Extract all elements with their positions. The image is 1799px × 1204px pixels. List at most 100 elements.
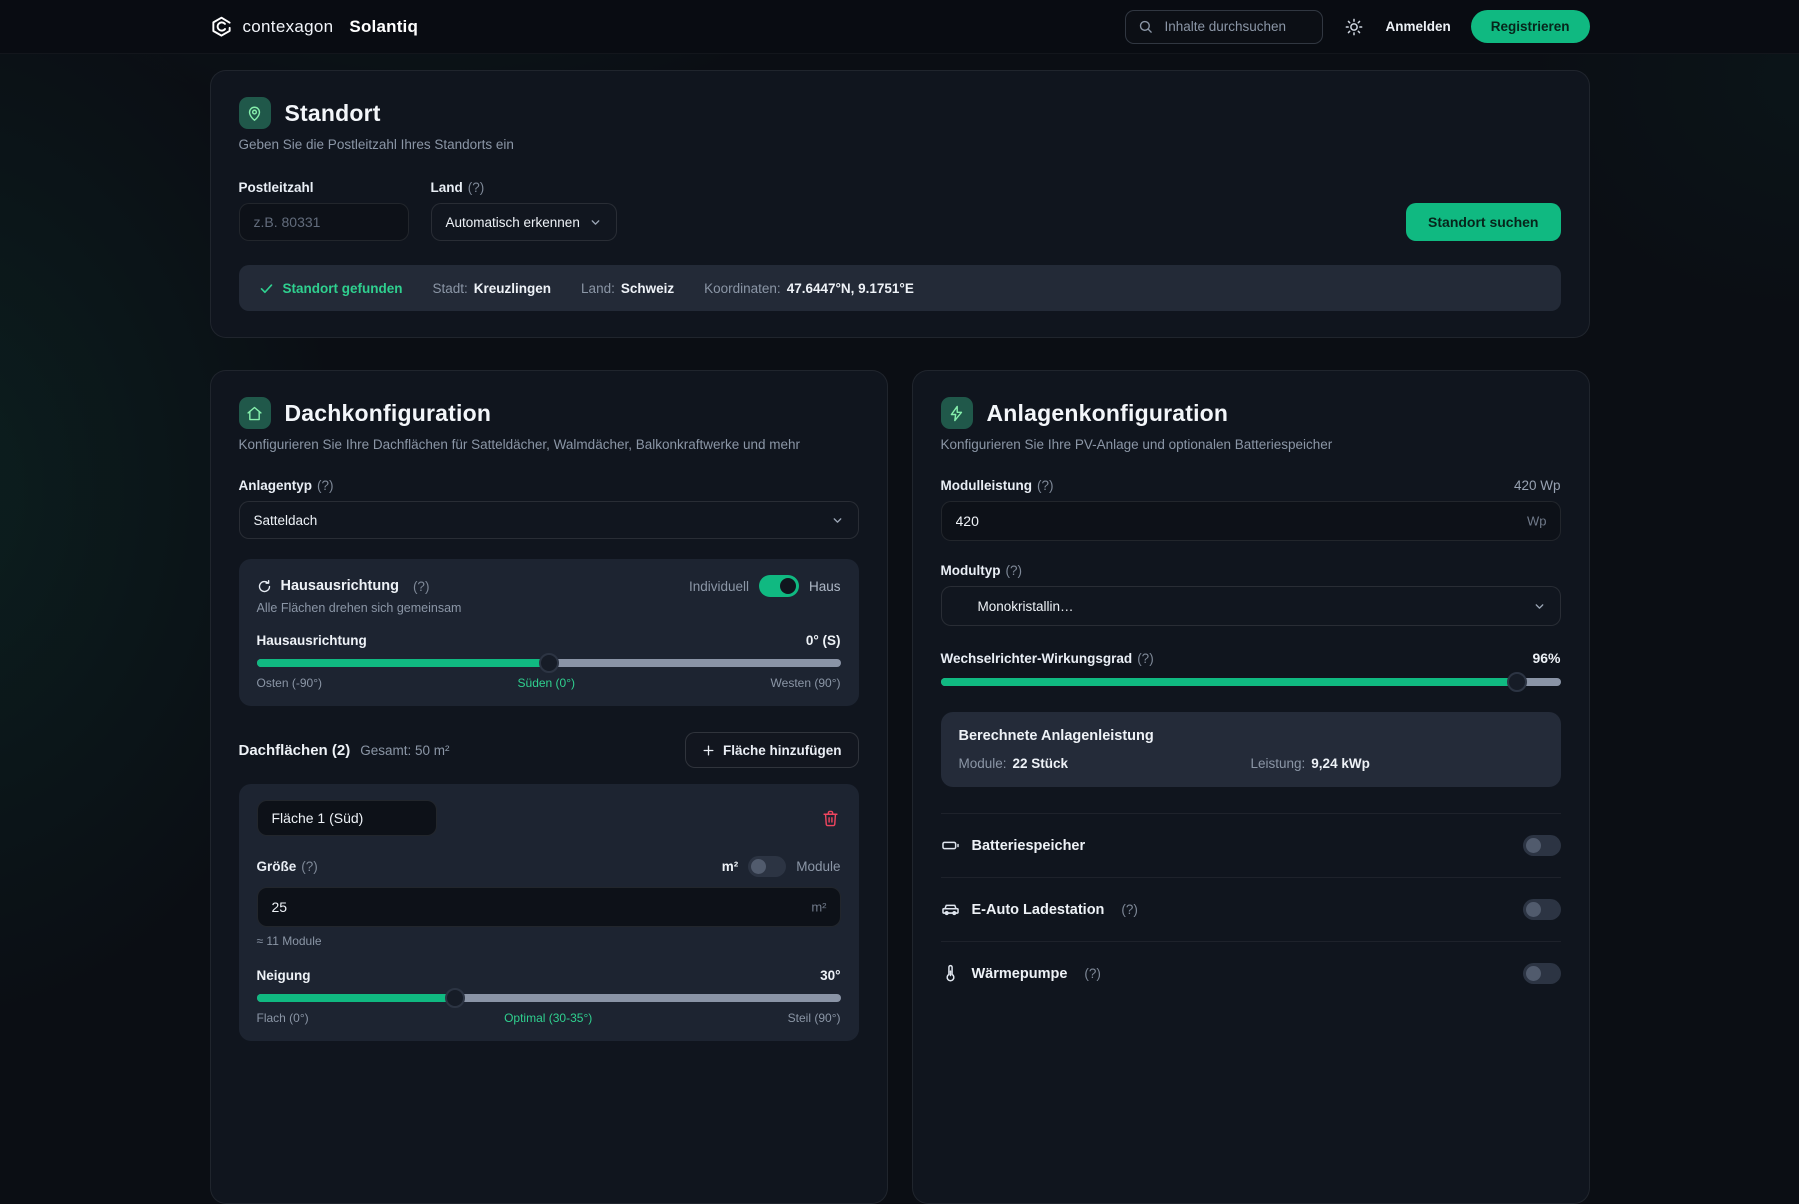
- slider-fill: [257, 659, 549, 667]
- orientation-mode-toggle[interactable]: [759, 575, 799, 597]
- option-label: Wärmepumpe: [972, 966, 1068, 982]
- standort-card: Standort Geben Sie die Postleitzahl Ihre…: [210, 70, 1590, 338]
- hausausrichtung-slider-label: Hausausrichtung: [257, 633, 367, 648]
- hausausrichtung-slider[interactable]: [257, 659, 841, 667]
- brand[interactable]: contexagon Solantiq: [210, 15, 419, 38]
- chevron-down-icon: [589, 216, 602, 229]
- hausausrichtung-slider-thumb[interactable]: [539, 653, 559, 673]
- slider-max-label: Steil (90°): [788, 1011, 841, 1025]
- slider-min-label: Osten (-90°): [257, 676, 322, 690]
- status-found: Standort gefunden: [259, 281, 403, 296]
- status-city: Stadt: Kreuzlingen: [433, 281, 552, 296]
- dachkonfiguration-card: Dachkonfiguration Konfigurieren Sie Ihre…: [210, 370, 888, 1204]
- thermometer-icon: [941, 964, 960, 983]
- modulleistung-help-marker[interactable]: (?): [1037, 478, 1054, 493]
- anlagentyp-select[interactable]: Satteldach: [239, 501, 859, 539]
- result-module: Module: 22 Stück: [959, 756, 1251, 771]
- slider-min-label: Flach (0°): [257, 1011, 309, 1025]
- e-auto-toggle[interactable]: [1523, 899, 1561, 920]
- waermepumpe-toggle[interactable]: [1523, 963, 1561, 984]
- flaeche-name-input[interactable]: [257, 800, 437, 836]
- slider-max-label: Westen (90°): [771, 676, 841, 690]
- modultyp-label: Modultyp(?): [941, 563, 1561, 578]
- plz-input[interactable]: [239, 203, 409, 241]
- unit-m2-label[interactable]: m²: [722, 859, 739, 874]
- neigung-slider[interactable]: [257, 994, 841, 1002]
- car-icon: [941, 900, 960, 919]
- hausausrichtung-slider-value: 0° (S): [806, 633, 841, 648]
- brand-name: contexagon: [243, 17, 334, 37]
- standort-suchen-button[interactable]: Standort suchen: [1406, 203, 1560, 241]
- wirkungsgrad-help-marker[interactable]: (?): [1137, 651, 1154, 666]
- plz-label: Postleitzahl: [239, 180, 409, 195]
- unit-module-label[interactable]: Module: [796, 859, 840, 874]
- modultyp-select-value: Monokristallin…: [978, 599, 1074, 614]
- dachflaechen-total: Gesamt: 50 m²: [360, 743, 449, 758]
- delete-flaeche-button[interactable]: [820, 808, 841, 829]
- flaeche-hinzufuegen-button[interactable]: Fläche hinzufügen: [685, 732, 859, 768]
- groesse-label: Größe(?): [257, 859, 318, 874]
- neigung-label: Neigung: [257, 968, 311, 983]
- slider-mid-label: Optimal (30-35°): [504, 1011, 592, 1025]
- dach-subtitle: Konfigurieren Sie Ihre Dachflächen für S…: [239, 437, 859, 452]
- result-panel-title: Berechnete Anlagenleistung: [959, 728, 1543, 744]
- groesse-help-marker[interactable]: (?): [301, 859, 318, 874]
- modulleistung-input-suffix: Wp: [1527, 514, 1547, 529]
- slider-mid-label: Süden (0°): [518, 676, 576, 690]
- status-coords: Koordinaten: 47.6447°N, 9.1751°E: [704, 281, 914, 296]
- hausausrichtung-panel-title: Hausausrichtung: [281, 578, 399, 594]
- hausausrichtung-panel: Hausausrichtung (?) Individuell Haus All…: [239, 559, 859, 706]
- standort-status-bar: Standort gefunden Stadt: Kreuzlingen Lan…: [239, 265, 1561, 311]
- search-icon: [1138, 19, 1153, 34]
- waermepumpe-help-marker[interactable]: (?): [1084, 966, 1101, 981]
- anlagentyp-label: Anlagentyp(?): [239, 478, 859, 493]
- rotate-icon: [257, 579, 272, 594]
- dach-title: Dachkonfiguration: [285, 400, 492, 427]
- hausausrichtung-panel-subtitle: Alle Flächen drehen sich gemeinsam: [257, 601, 841, 615]
- check-icon: [259, 281, 274, 296]
- land-select-value: Automatisch erkennen: [446, 215, 580, 230]
- anlagentyp-help-marker[interactable]: (?): [317, 478, 334, 493]
- land-help-marker[interactable]: (?): [468, 180, 485, 195]
- land-select[interactable]: Automatisch erkennen: [431, 203, 617, 241]
- hausausrichtung-help-marker[interactable]: (?): [413, 579, 430, 594]
- chevron-down-icon: [831, 514, 844, 527]
- wirkungsgrad-slider-thumb[interactable]: [1507, 672, 1527, 692]
- trash-icon: [822, 810, 839, 827]
- e-auto-help-marker[interactable]: (?): [1121, 902, 1138, 917]
- register-button[interactable]: Registrieren: [1471, 10, 1590, 43]
- unit-toggle[interactable]: [748, 856, 786, 877]
- option-label: E-Auto Ladestation: [972, 902, 1105, 918]
- result-leistung: Leistung: 9,24 kWp: [1251, 756, 1543, 771]
- options-list: Batteriespeicher E-Auto Ladestation: [941, 813, 1561, 1005]
- modulleistung-input[interactable]: [941, 501, 1561, 541]
- module-estimate: ≈ 11 Module: [257, 934, 841, 948]
- wirkungsgrad-slider[interactable]: [941, 678, 1561, 686]
- flaeche-panel: Größe(?) m² Module m² ≈ 11 Module Neigun…: [239, 784, 859, 1041]
- anlagenkonfiguration-card: Anlagenkonfiguration Konfigurieren Sie I…: [912, 370, 1590, 1204]
- mode-haus-label: Haus: [809, 579, 841, 594]
- option-label: Batteriespeicher: [972, 838, 1086, 854]
- neigung-slider-thumb[interactable]: [445, 988, 465, 1008]
- wirkungsgrad-label: Wechselrichter-Wirkungsgrad(?): [941, 651, 1154, 666]
- search-input[interactable]: [1162, 18, 1310, 35]
- option-row-batteriespeicher: Batteriespeicher: [941, 814, 1561, 877]
- land-label: Land(?): [431, 180, 617, 195]
- groesse-input-suffix: m²: [811, 900, 826, 915]
- modultyp-help-marker[interactable]: (?): [1006, 563, 1023, 578]
- battery-icon: [941, 836, 960, 855]
- modulleistung-info: 420 Wp: [1514, 478, 1561, 493]
- modultyp-select[interactable]: Monokristallin…: [941, 586, 1561, 626]
- theme-toggle-sun-icon[interactable]: [1343, 16, 1365, 38]
- slider-fill: [941, 678, 1518, 686]
- modulleistung-label: Modulleistung(?): [941, 478, 1054, 493]
- contexagon-logo-icon: [210, 15, 233, 38]
- mode-individuell-label: Individuell: [689, 579, 749, 594]
- batteriespeicher-toggle[interactable]: [1523, 835, 1561, 856]
- site-search[interactable]: [1125, 10, 1323, 44]
- product-name: Solantiq: [349, 17, 418, 37]
- plus-icon: [702, 744, 715, 757]
- neigung-value: 30°: [820, 968, 840, 983]
- login-link[interactable]: Anmelden: [1385, 19, 1450, 34]
- groesse-input[interactable]: [257, 887, 841, 927]
